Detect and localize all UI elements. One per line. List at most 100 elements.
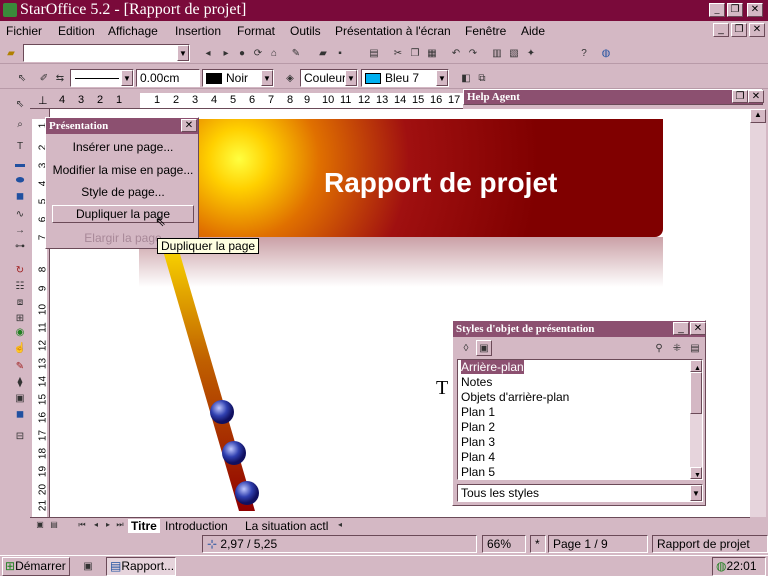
scroll-up-icon[interactable]: ▲ [690, 360, 702, 372]
style-item[interactable]: Plan 2 [458, 420, 702, 435]
tab-scroll-icon[interactable]: ◂ [332, 518, 348, 531]
style-item[interactable]: Plan 4 [458, 450, 702, 465]
cube-icon[interactable]: ◼ [12, 188, 28, 204]
menu-fichier[interactable]: Fichier [6, 24, 42, 38]
menu-affichage[interactable]: Affichage [108, 24, 158, 38]
doc-restore-icon[interactable]: ❐ [731, 23, 747, 37]
area-icon[interactable]: ◈ [282, 70, 298, 86]
close-icon[interactable]: ✕ [747, 3, 763, 17]
stylist-icon[interactable]: ▧ [506, 45, 522, 61]
3d-effects-icon[interactable]: ⧫ [12, 374, 28, 390]
print-icon[interactable]: ▤ [366, 45, 382, 61]
start-button[interactable]: ⊞Démarrer [2, 557, 70, 576]
menu-fenetre[interactable]: Fenêtre [465, 24, 506, 38]
style-item[interactable]: Plan 1 [458, 405, 702, 420]
paste-icon[interactable]: ▦ [424, 45, 440, 61]
chevron-down-icon[interactable]: ▼ [177, 45, 189, 61]
reload-icon[interactable]: ⟳ [250, 45, 266, 61]
chevron-down-icon[interactable]: ▼ [121, 70, 133, 86]
ellipse-icon[interactable]: ⬬ [12, 172, 28, 188]
styles-list[interactable]: Arrière-plan Notes Objets d'arrière-plan… [457, 359, 703, 480]
chevron-down-icon[interactable]: ▼ [690, 485, 702, 501]
close-icon[interactable]: ✕ [690, 322, 706, 335]
last-page-icon[interactable]: ⏭ [112, 518, 128, 531]
cut-icon[interactable]: ✂ [390, 45, 406, 61]
quick-launch-icon[interactable]: ▣ [80, 558, 96, 574]
open-folder-icon[interactable]: ▰ [3, 45, 19, 61]
app-icon[interactable] [3, 3, 17, 17]
doc-close-icon[interactable]: ✕ [749, 23, 765, 37]
tab-introduction[interactable]: Introduction [165, 519, 228, 533]
fill-type-combo[interactable]: Couleur ▼ [300, 69, 358, 87]
tab-situation[interactable]: La situation actl [245, 519, 328, 533]
save-icon[interactable]: ▪ [332, 45, 348, 61]
style-filter-combo[interactable]: Tous les styles ▼ [457, 484, 703, 502]
style-item[interactable]: Notes [458, 375, 702, 390]
chevron-down-icon[interactable]: ▼ [261, 70, 273, 86]
back-icon[interactable]: ◂ [200, 45, 216, 61]
new-style-icon[interactable]: ⁜ [669, 340, 685, 356]
chevron-down-icon[interactable]: ▼ [436, 70, 448, 86]
list-scrollbar[interactable]: ▲ ▼ [690, 360, 702, 479]
fill-color-combo[interactable]: Bleu 7 ▼ [361, 69, 449, 87]
zoom-icon[interactable]: ⌕ [12, 116, 28, 132]
taskbar-item-rapport[interactable]: ▤Rapport... [106, 557, 176, 576]
graphics-styles-icon[interactable]: ◊ [458, 340, 474, 356]
line-style-combo[interactable]: ▼ [70, 69, 134, 87]
line-color-combo[interactable]: Noir ▼ [202, 69, 274, 87]
page-style-item[interactable]: Style de page... [52, 185, 194, 199]
scroll-thumb[interactable] [690, 372, 702, 414]
rectangle-icon[interactable]: ▬ [12, 156, 28, 172]
home-icon[interactable]: ⌂ [266, 45, 282, 61]
arrow-style-icon[interactable]: ⇆ [52, 70, 68, 86]
shadow-icon[interactable]: ◧ [458, 70, 474, 86]
fill-format-icon[interactable]: ⚲ [651, 340, 667, 356]
modify-layout-item[interactable]: Modifier la mise en page... [48, 163, 198, 177]
navigator-icon[interactable]: ▥ [489, 45, 505, 61]
update-style-icon[interactable]: ▤ [687, 340, 703, 356]
open-icon[interactable]: ▰ [315, 45, 331, 61]
slide-title[interactable]: Rapport de projet [324, 167, 557, 199]
line-width-field[interactable]: 0.00cm [136, 69, 200, 87]
minimize-icon[interactable]: _ [673, 322, 689, 335]
rotate-icon[interactable]: ↻ [12, 262, 28, 278]
select-icon[interactable]: ⇖ [12, 96, 28, 112]
scroll-up-icon[interactable]: ▲ [750, 109, 766, 123]
forward-icon[interactable]: ▸ [218, 45, 234, 61]
cube-3d-icon[interactable]: ◼ [12, 406, 28, 422]
presentation-styles-icon[interactable]: ▣ [476, 340, 492, 356]
duplicate-page-item[interactable]: Dupliquer la page [52, 205, 194, 223]
close-icon[interactable]: ✕ [748, 90, 764, 103]
tab-titre[interactable]: Titre [128, 519, 160, 533]
edit-file-icon[interactable]: ✎ [288, 45, 304, 61]
stop-icon[interactable]: ● [234, 45, 250, 61]
copy-icon[interactable]: ❐ [407, 45, 423, 61]
menu-insertion[interactable]: Insertion [175, 24, 221, 38]
url-combo[interactable]: ▼ [23, 44, 190, 62]
redo-icon[interactable]: ↷ [465, 45, 481, 61]
menu-outils[interactable]: Outils [290, 24, 321, 38]
menu-edition[interactable]: Edition [58, 24, 95, 38]
curve-icon[interactable]: ∿ [12, 206, 28, 222]
line-style-icon[interactable]: ✐ [36, 70, 52, 86]
close-icon[interactable]: ✕ [181, 119, 197, 132]
restore-icon[interactable]: ❐ [732, 90, 748, 103]
help-icon[interactable]: ? [576, 45, 592, 61]
menu-aide[interactable]: Aide [521, 24, 545, 38]
link-icon[interactable]: ⧉ [474, 70, 490, 86]
chevron-down-icon[interactable]: ▼ [345, 70, 357, 86]
style-item[interactable]: Plan 3 [458, 435, 702, 450]
eyedropper-icon[interactable]: ✎ [12, 358, 28, 374]
status-zoom[interactable]: 66% [482, 535, 526, 553]
connector-icon[interactable]: ⊶ [12, 238, 28, 254]
scroll-down-icon[interactable]: ▼ [690, 467, 702, 479]
line-icon[interactable]: → [12, 222, 28, 238]
vertical-scrollbar[interactable]: ▲ [750, 109, 766, 517]
globe-icon[interactable]: ◍ [598, 45, 614, 61]
gallery-icon[interactable]: ✦ [523, 45, 539, 61]
style-item-selected[interactable]: Arrière-plan [458, 360, 702, 375]
doc-minimize-icon[interactable]: _ [713, 23, 729, 37]
slide-show-icon[interactable]: ▣ [12, 390, 28, 406]
pointer-icon[interactable]: ⇖ [14, 70, 30, 86]
style-item[interactable]: Objets d'arrière-plan [458, 390, 702, 405]
